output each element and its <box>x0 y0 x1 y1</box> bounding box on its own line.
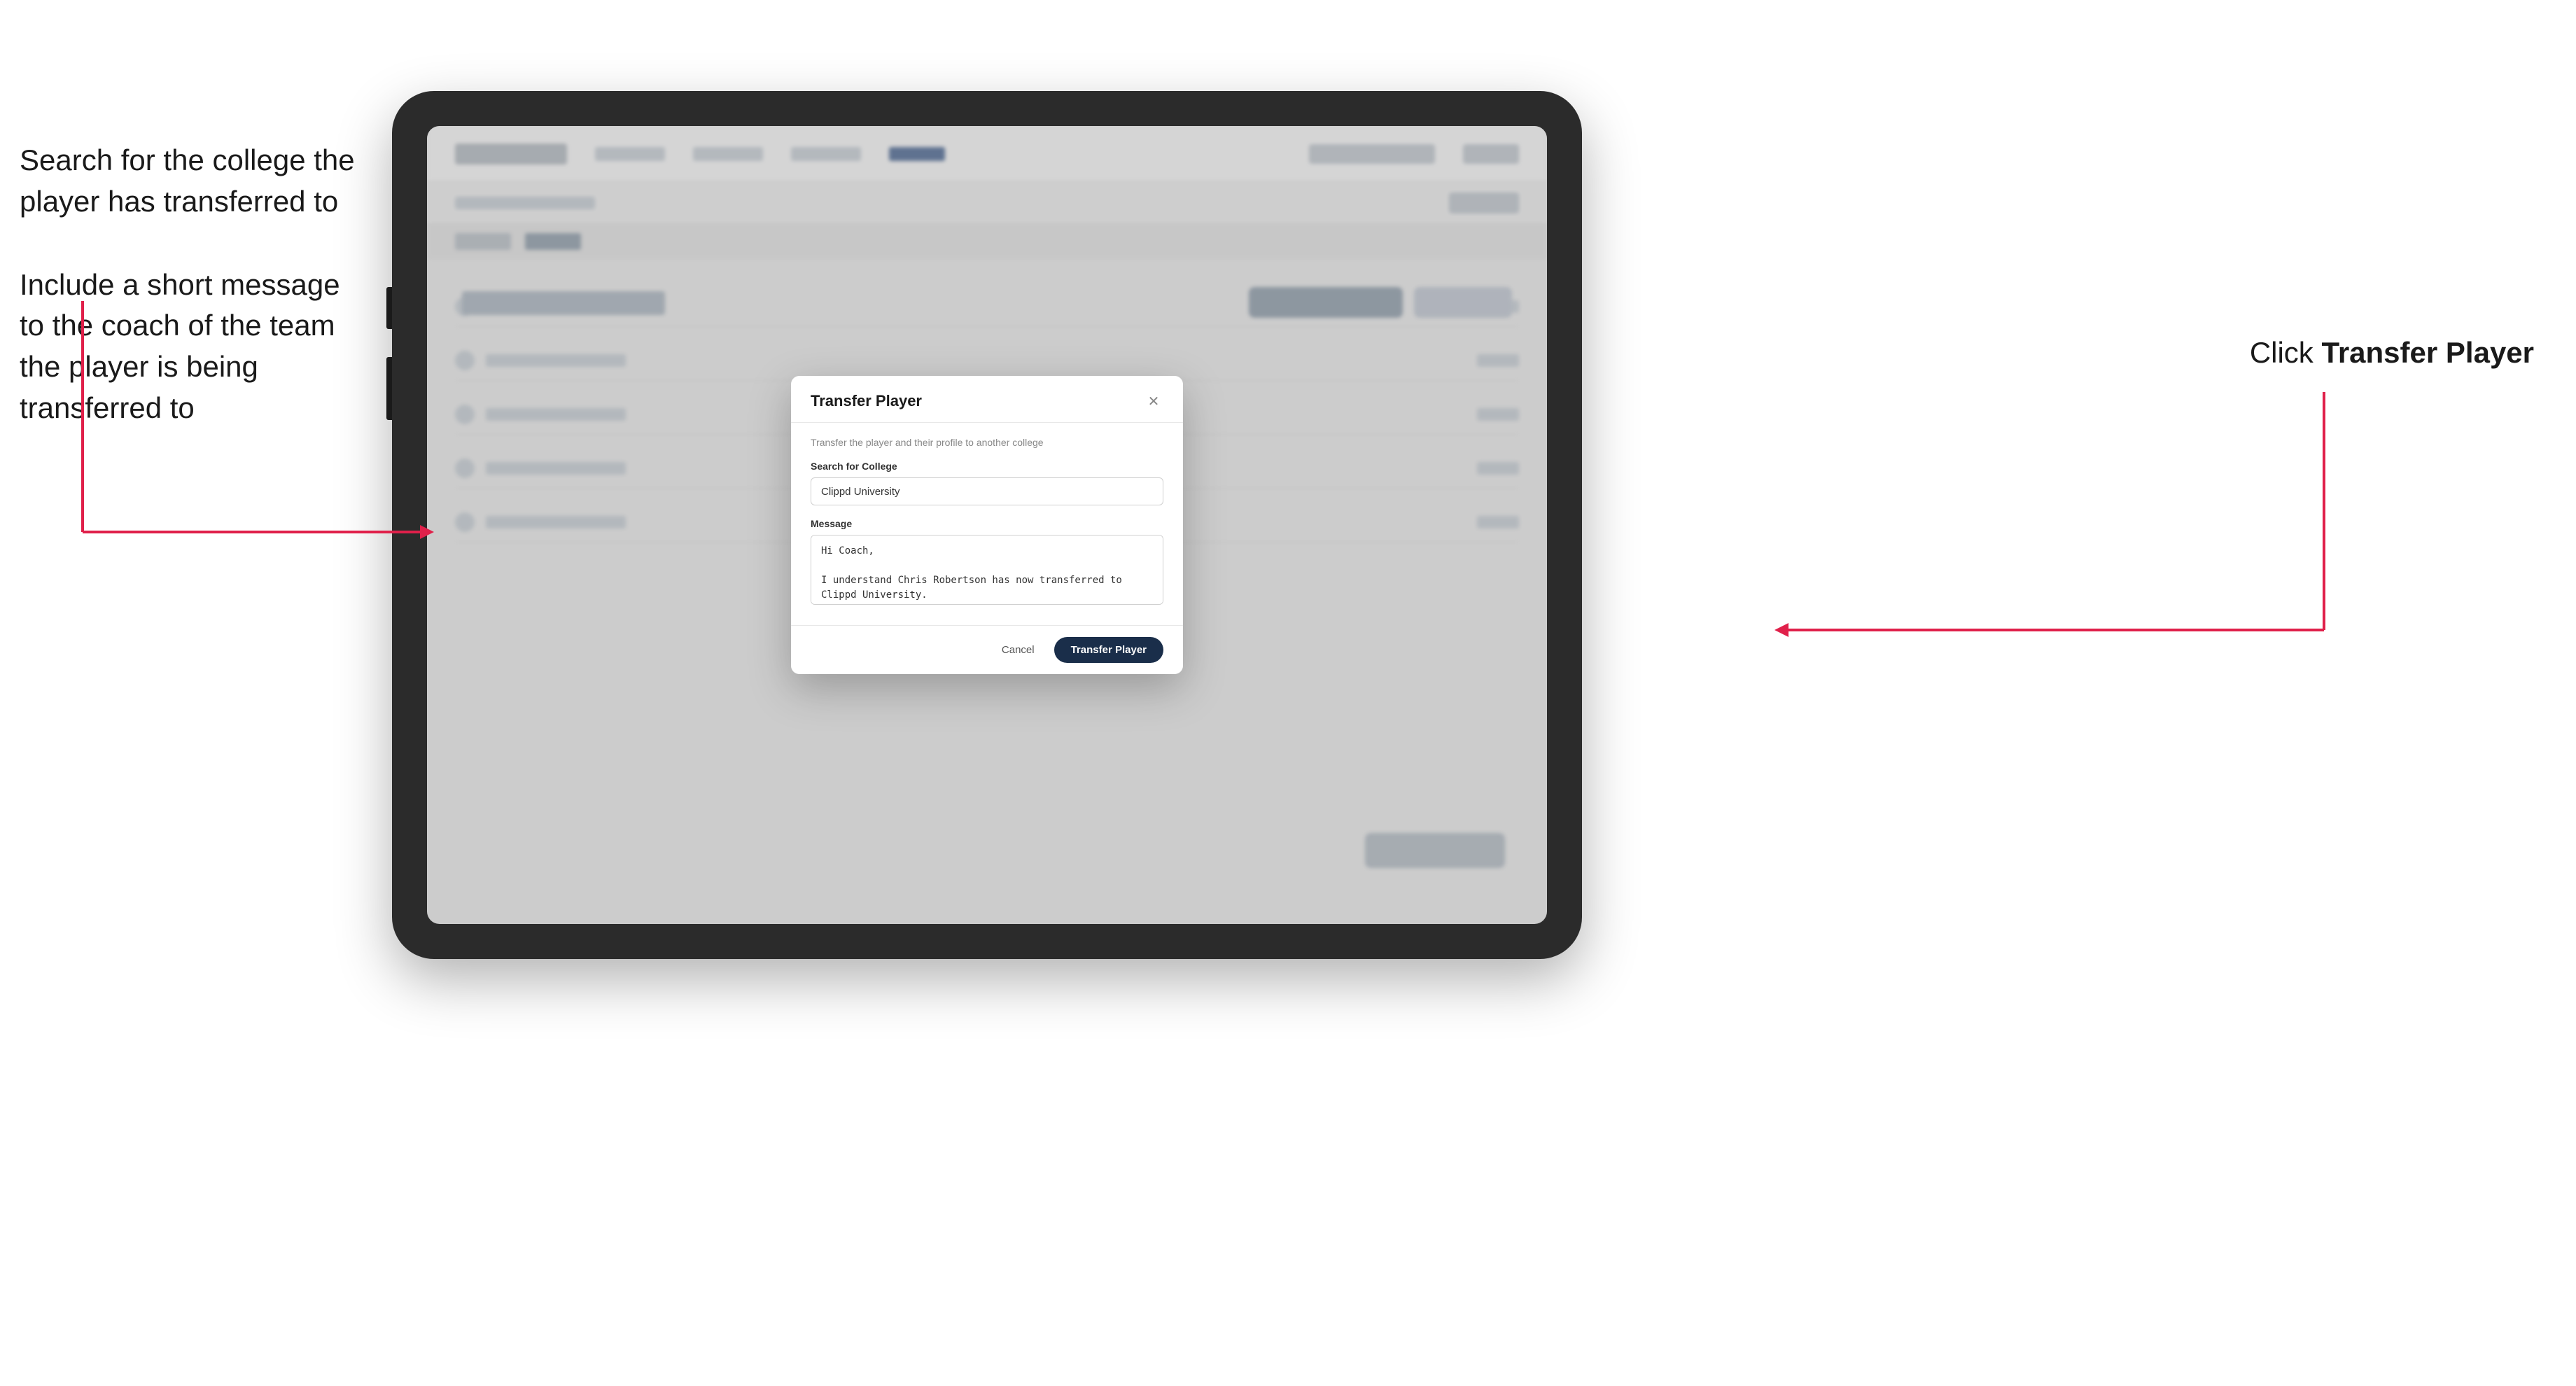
search-college-input[interactable] <box>811 477 1163 505</box>
transfer-player-modal: Transfer Player ✕ Transfer the player an… <box>791 376 1183 674</box>
annotation-message-text: Include a short messageto the coach of t… <box>20 265 384 429</box>
modal-close-button[interactable]: ✕ <box>1144 391 1163 411</box>
annotation-search-text: Search for the college theplayer has tra… <box>20 140 384 223</box>
annotation-left: Search for the college theplayer has tra… <box>20 140 384 471</box>
annotation-right: Click Transfer Player <box>2250 336 2534 370</box>
modal-title: Transfer Player <box>811 392 922 410</box>
transfer-player-button[interactable]: Transfer Player <box>1054 637 1163 663</box>
tablet-screen: Transfer Player ✕ Transfer the player an… <box>427 126 1547 924</box>
modal-footer: Cancel Transfer Player <box>791 625 1183 674</box>
modal-header: Transfer Player ✕ <box>791 376 1183 423</box>
annotation-transfer-player-label: Transfer Player <box>2321 336 2534 369</box>
tablet-button-2 <box>386 357 392 420</box>
annotation-click-text: Click <box>2250 336 2322 369</box>
modal-body: Transfer the player and their profile to… <box>791 423 1183 625</box>
message-label: Message <box>811 518 1163 529</box>
modal-subtitle: Transfer the player and their profile to… <box>811 437 1163 448</box>
message-textarea[interactable] <box>811 535 1163 605</box>
tablet-frame: Transfer Player ✕ Transfer the player an… <box>392 91 1582 959</box>
search-college-label: Search for College <box>811 461 1163 472</box>
cancel-button[interactable]: Cancel <box>992 638 1044 662</box>
tablet-button <box>386 287 392 329</box>
modal-overlay: Transfer Player ✕ Transfer the player an… <box>427 126 1547 924</box>
